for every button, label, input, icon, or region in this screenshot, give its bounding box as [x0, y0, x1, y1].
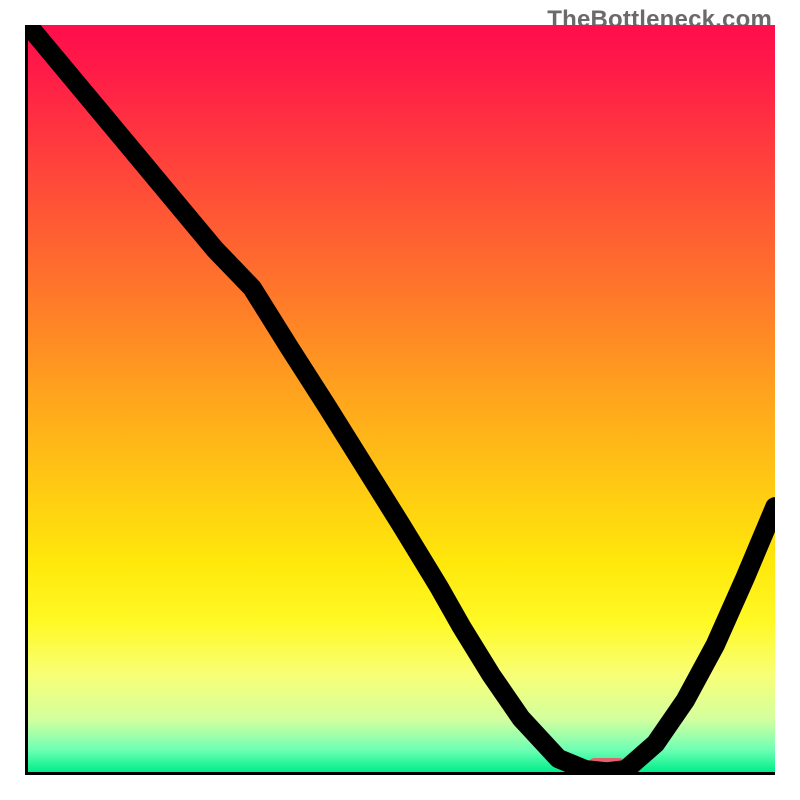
bottleneck-curve [28, 25, 775, 772]
plot-area [25, 25, 775, 775]
chart-container: TheBottleneck.com [0, 0, 800, 800]
curve-svg [28, 25, 775, 772]
